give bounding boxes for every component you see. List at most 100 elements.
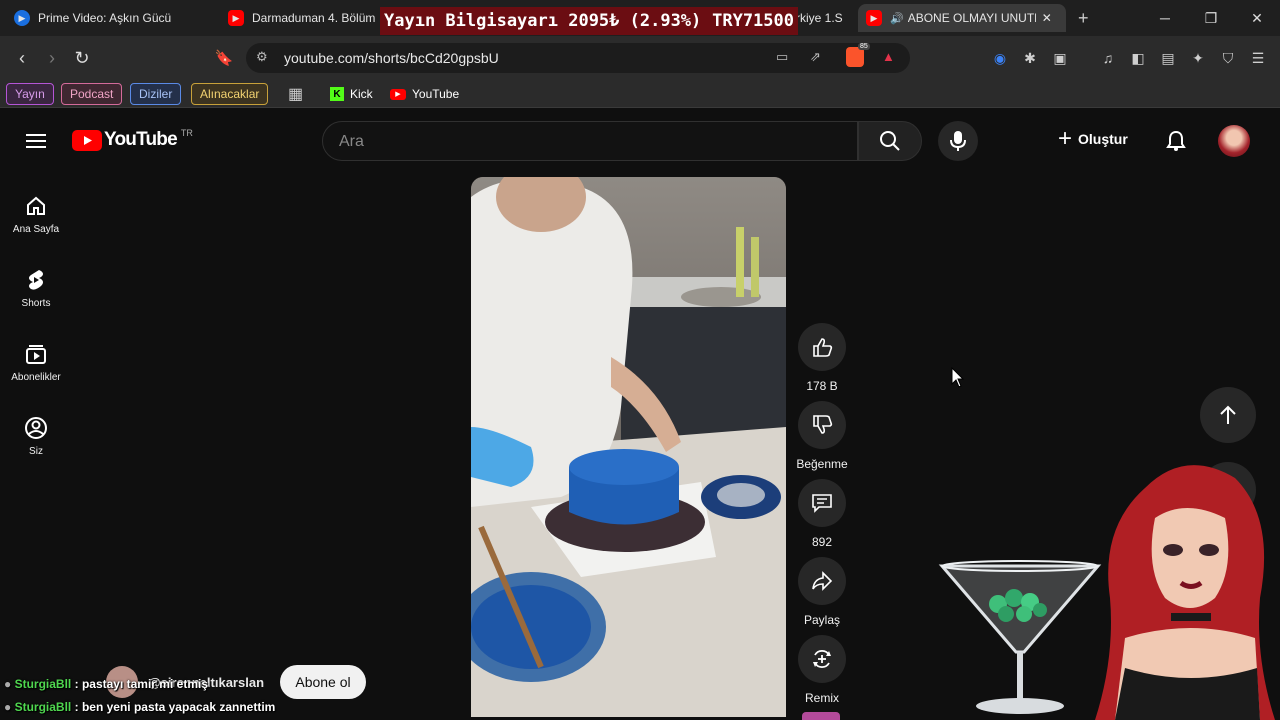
sidebar-item-you[interactable]: Siz <box>0 399 72 473</box>
bookmark-kick[interactable]: K Kick <box>322 83 381 105</box>
dislike-button[interactable] <box>798 401 846 449</box>
home-icon <box>27 196 45 215</box>
region-code: TR <box>180 128 193 138</box>
browser-toolbar: ‹ › ↻ 🔖 ⚙ youtube.com/shorts/bcCd20gpsbU… <box>0 36 1280 80</box>
bookmark-diziler[interactable]: Diziler <box>130 83 182 105</box>
thumbs-down-icon <box>813 415 833 434</box>
bookmark-icon[interactable]: 🔖 <box>212 46 236 70</box>
like-action[interactable]: 178 B <box>797 323 847 393</box>
tab-title: Darmaduman 4. Bölüm <box>252 11 376 25</box>
tab-prime-video[interactable]: ▶ Prime Video: Aşkın Gücü <box>14 4 214 32</box>
youtube-icon: ▶ <box>228 10 244 26</box>
sound-thumbnail[interactable] <box>802 712 840 720</box>
share-page-icon[interactable]: ⇗ <box>810 49 821 65</box>
kick-icon: K <box>330 87 344 101</box>
speaker-icon: 🔊 <box>890 12 904 25</box>
voice-search-button[interactable] <box>938 121 978 161</box>
forward-button[interactable]: › <box>40 46 64 70</box>
tab-darmaduman[interactable]: ▶ Darmaduman 4. Bölüm <box>228 4 380 32</box>
bookmark-yayin[interactable]: Yayın <box>6 83 54 105</box>
notifications-button[interactable] <box>1164 129 1188 158</box>
sidebar-item-shorts[interactable]: Shorts <box>0 251 72 325</box>
brave-badge: 85 <box>858 43 870 50</box>
create-button[interactable]: + Oluştur <box>1058 127 1128 151</box>
media-icon[interactable]: ♫ <box>1098 48 1118 68</box>
bookmarks-bar: Yayın Podcast Diziler Alınacaklar ▦ K Ki… <box>0 80 1280 108</box>
address-bar[interactable]: ⚙ youtube.com/shorts/bcCd20gpsbU ▭ ⇗ 85 … <box>246 43 910 73</box>
bookmark-label: Alınacaklar <box>200 87 260 101</box>
reload-button[interactable]: ↻ <box>70 46 94 70</box>
comment-icon <box>812 494 832 513</box>
extensions-icon[interactable]: ✱ <box>1020 48 1040 68</box>
back-button[interactable]: ‹ <box>10 46 34 70</box>
youtube-logo[interactable]: YouTube TR <box>72 128 193 151</box>
close-window-button[interactable]: ✕ <box>1234 0 1280 36</box>
vpn-icon[interactable]: ⛉ <box>1218 48 1238 68</box>
chat-username: SturgiaBll <box>14 677 72 691</box>
apps-grid-icon[interactable]: ▦ <box>280 83 311 105</box>
brave-rewards-icon[interactable]: ▲ <box>882 49 895 64</box>
logo-text: YouTube <box>104 129 178 150</box>
remix-button[interactable] <box>798 635 846 683</box>
screenshot-icon[interactable]: ▣ <box>1050 48 1070 68</box>
menu-icon[interactable]: ☰ <box>1248 48 1268 68</box>
account-avatar[interactable] <box>1218 125 1250 157</box>
restore-button[interactable]: ❐ <box>1188 0 1234 36</box>
chat-bullet-icon: ● <box>4 700 12 714</box>
wallet-icon[interactable]: ▤ <box>1158 48 1178 68</box>
share-icon <box>812 571 833 591</box>
sidebar-toggle-icon[interactable]: ◧ <box>1128 48 1148 68</box>
comments-button[interactable] <box>798 479 846 527</box>
tab-abone-olmayi-unutma[interactable]: ▶ 🔊 ABONE OLMAYI UNUTMA ✕ <box>858 4 1066 32</box>
hamburger-menu-icon[interactable] <box>24 129 48 153</box>
bookmark-label: Yayın <box>15 87 45 101</box>
chat-username: SturgiaBll <box>14 700 72 714</box>
new-tab-button[interactable]: + <box>1078 8 1089 29</box>
sidebar-item-subscriptions[interactable]: Abonelikler <box>0 325 72 399</box>
browser-tab-strip: ▶ Prime Video: Aşkın Gücü ▶ Darmaduman 4… <box>0 0 1280 36</box>
share-button[interactable] <box>798 557 846 605</box>
site-settings-icon[interactable]: ⚙ <box>256 49 268 65</box>
search-input[interactable]: Ara <box>322 121 858 161</box>
bookmark-youtube[interactable]: ▶ YouTube <box>382 83 467 105</box>
like-button[interactable] <box>798 323 846 371</box>
brave-shield-icon[interactable] <box>846 47 864 67</box>
tab-title: rkiye 1.S <box>796 11 843 25</box>
bookmark-alinacaklar[interactable]: Alınacaklar <box>191 83 269 105</box>
prime-video-icon: ▶ <box>14 10 30 26</box>
subscriptions-icon <box>26 344 46 364</box>
subscribe-button[interactable]: Abone ol <box>280 665 366 699</box>
shorts-video-player[interactable] <box>471 177 786 717</box>
bookmark-podcast[interactable]: Podcast <box>61 83 123 105</box>
share-action[interactable]: Paylaş <box>797 557 847 627</box>
shazam-extension-icon[interactable]: ◉ <box>990 48 1010 68</box>
close-tab-icon[interactable]: ✕ <box>1042 11 1052 25</box>
youtube-masthead: YouTube TR Ara + Oluştur <box>0 109 1280 173</box>
shorts-icon <box>29 269 43 290</box>
bell-icon <box>1166 130 1186 151</box>
microphone-icon <box>950 131 966 151</box>
dislike-label: Beğenme <box>796 457 848 471</box>
bookmark-label: YouTube <box>412 87 460 101</box>
comments-action[interactable]: 892 <box>797 479 847 549</box>
leo-ai-icon[interactable]: ✦ <box>1188 48 1208 68</box>
cast-icon[interactable]: ▭ <box>776 49 788 65</box>
remix-action[interactable]: Remix <box>797 635 847 705</box>
tab-title: ABONE OLMAYI UNUTMA <box>907 11 1036 25</box>
tab-rkiye[interactable]: rkiye 1.S <box>796 4 846 32</box>
dislike-action[interactable]: Beğenme <box>796 401 848 471</box>
bookmark-label: Kick <box>350 87 373 101</box>
create-label: Oluştur <box>1078 131 1128 147</box>
youtube-icon: ▶ <box>866 10 882 26</box>
previous-video-button[interactable] <box>1200 387 1256 443</box>
sidebar-label: Ana Sayfa <box>12 223 60 235</box>
overlay-left-text: Yayın Bilgisayarı 2095₺ (2.93%) <box>384 11 702 31</box>
subscribe-label: Abone ol <box>295 674 351 690</box>
sidebar-item-home[interactable]: Ana Sayfa <box>0 177 72 251</box>
remix-icon <box>813 649 831 669</box>
search-button[interactable] <box>858 121 922 161</box>
chat-bullet-icon: ● <box>4 677 12 691</box>
minimize-button[interactable]: ─ <box>1142 0 1188 36</box>
cocktail-glass-overlay <box>938 560 1102 714</box>
chat-message: ● SturgiaBll : pastayı tamir mi etmiş <box>4 677 208 691</box>
